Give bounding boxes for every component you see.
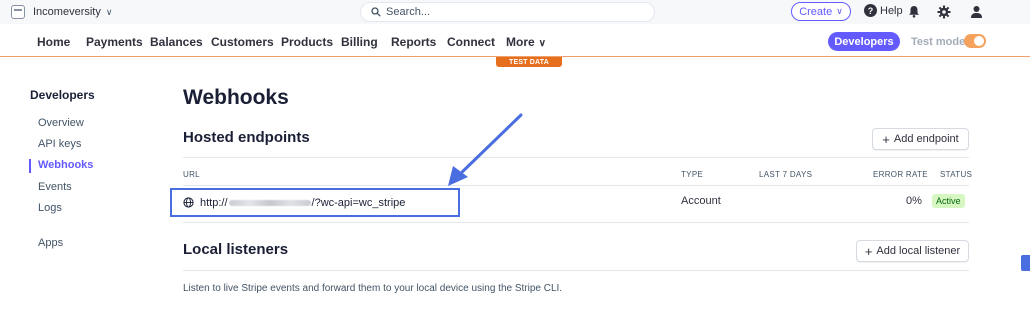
side-panel-tab[interactable] — [1021, 255, 1030, 271]
endpoint-error-rate: 0% — [906, 195, 922, 207]
nav-payments[interactable]: Payments — [86, 35, 143, 49]
account-name: Incomeversity — [33, 6, 101, 18]
chevron-down-icon: ∨ — [105, 6, 113, 17]
create-label: Create — [799, 5, 833, 18]
nav-connect[interactable]: Connect — [447, 35, 495, 49]
divider — [183, 270, 969, 271]
annotation-arrow — [448, 113, 523, 186]
nav-products[interactable]: Products — [281, 35, 333, 49]
sidebar-active-indicator — [29, 159, 31, 173]
nav-balances[interactable]: Balances — [150, 35, 203, 49]
redacted-domain — [228, 199, 311, 206]
search-icon — [371, 7, 381, 17]
hosted-endpoints-title: Hosted endpoints — [183, 129, 310, 146]
chevron-down-icon: ∨ — [836, 6, 843, 16]
sidebar-item-apps[interactable]: Apps — [38, 237, 63, 249]
column-header-status: STATUS — [940, 170, 973, 179]
add-local-listener-button[interactable]: + Add local listener — [856, 240, 969, 262]
endpoint-url-suffix: /?wc-api=wc_stripe — [311, 196, 406, 209]
sidebar-item-events[interactable]: Events — [38, 181, 72, 193]
nav-more-label: More — [506, 35, 535, 49]
sidebar-item-overview[interactable]: Overview — [38, 117, 84, 129]
column-header-error-rate: ERROR RATE — [873, 170, 928, 179]
sidebar-item-webhooks[interactable]: Webhooks — [38, 159, 93, 171]
top-bar: Incomeversity ∨ Search... Create ∨ ? Hel… — [0, 0, 1030, 24]
nav-more[interactable]: More ∨ — [506, 35, 546, 49]
divider — [183, 222, 969, 223]
account-switcher[interactable]: Incomeversity ∨ — [11, 3, 112, 21]
gear-icon[interactable] — [936, 3, 952, 20]
nav-customers[interactable]: Customers — [211, 35, 274, 49]
help-label: Help — [880, 4, 903, 17]
account-icon — [11, 5, 25, 19]
bell-icon[interactable] — [906, 3, 922, 20]
create-button[interactable]: Create ∨ — [791, 2, 851, 21]
nav-reports[interactable]: Reports — [391, 35, 436, 49]
divider — [183, 185, 969, 186]
nav-home[interactable]: Home — [37, 35, 70, 49]
page-title: Webhooks — [183, 86, 289, 109]
add-endpoint-label: Add endpoint — [893, 133, 959, 145]
plus-icon: + — [864, 243, 873, 259]
column-header-type: TYPE — [681, 170, 704, 179]
divider — [183, 157, 969, 158]
endpoint-url-prefix: http:// — [200, 196, 228, 209]
sidebar-title: Developers — [30, 88, 95, 102]
status-badge: Active — [932, 194, 965, 208]
plus-icon: + — [882, 131, 890, 147]
sidebar-item-api-keys[interactable]: API keys — [38, 138, 81, 150]
test-data-banner: TEST DATA — [496, 57, 562, 67]
help-button[interactable]: ? Help — [864, 4, 903, 17]
endpoint-type: Account — [681, 195, 721, 207]
local-listeners-title: Local listeners — [183, 241, 289, 258]
column-header-url: URL — [183, 170, 200, 179]
endpoint-url-cell[interactable]: http:// /?wc-api=wc_stripe — [170, 188, 460, 217]
column-header-last-7-days: LAST 7 DAYS — [759, 170, 813, 179]
globe-icon — [183, 197, 194, 208]
local-listeners-description: Listen to live Stripe events and forward… — [183, 283, 563, 294]
search-input[interactable]: Search... — [360, 2, 655, 22]
help-icon: ? — [864, 4, 877, 17]
nav-billing[interactable]: Billing — [341, 35, 378, 49]
sidebar-item-logs[interactable]: Logs — [38, 202, 62, 214]
user-icon[interactable] — [968, 3, 984, 20]
search-placeholder: Search... — [386, 6, 431, 18]
chevron-down-icon: ∨ — [538, 38, 546, 49]
add-local-listener-label: Add local listener — [876, 245, 961, 257]
add-endpoint-button[interactable]: + Add endpoint — [872, 128, 969, 150]
test-mode-label: Test mode — [911, 36, 966, 48]
test-mode-toggle[interactable] — [964, 34, 986, 48]
developers-button[interactable]: Developers — [828, 32, 900, 51]
